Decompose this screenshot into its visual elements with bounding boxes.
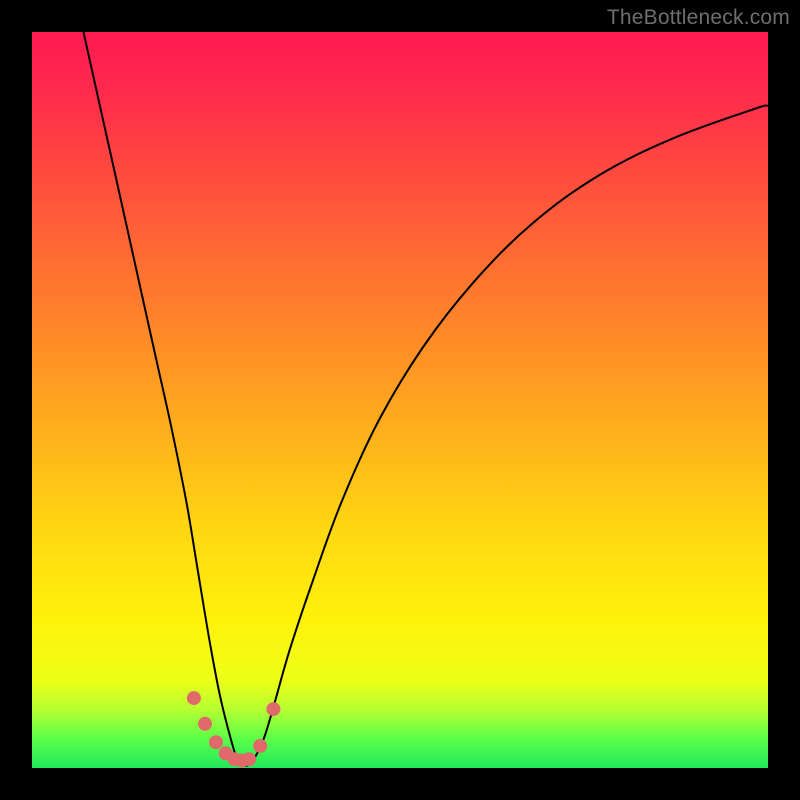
chart-svg xyxy=(32,32,768,768)
data-point xyxy=(209,735,223,749)
data-point xyxy=(253,739,267,753)
plot-area xyxy=(32,32,768,768)
data-point xyxy=(198,717,212,731)
curve-layer xyxy=(84,32,769,766)
data-point xyxy=(266,702,280,716)
data-point xyxy=(242,752,256,766)
watermark-text: TheBottleneck.com xyxy=(607,6,790,30)
data-point xyxy=(187,691,201,705)
chart-frame: TheBottleneck.com xyxy=(0,0,800,800)
bottleneck-curve xyxy=(84,32,769,766)
